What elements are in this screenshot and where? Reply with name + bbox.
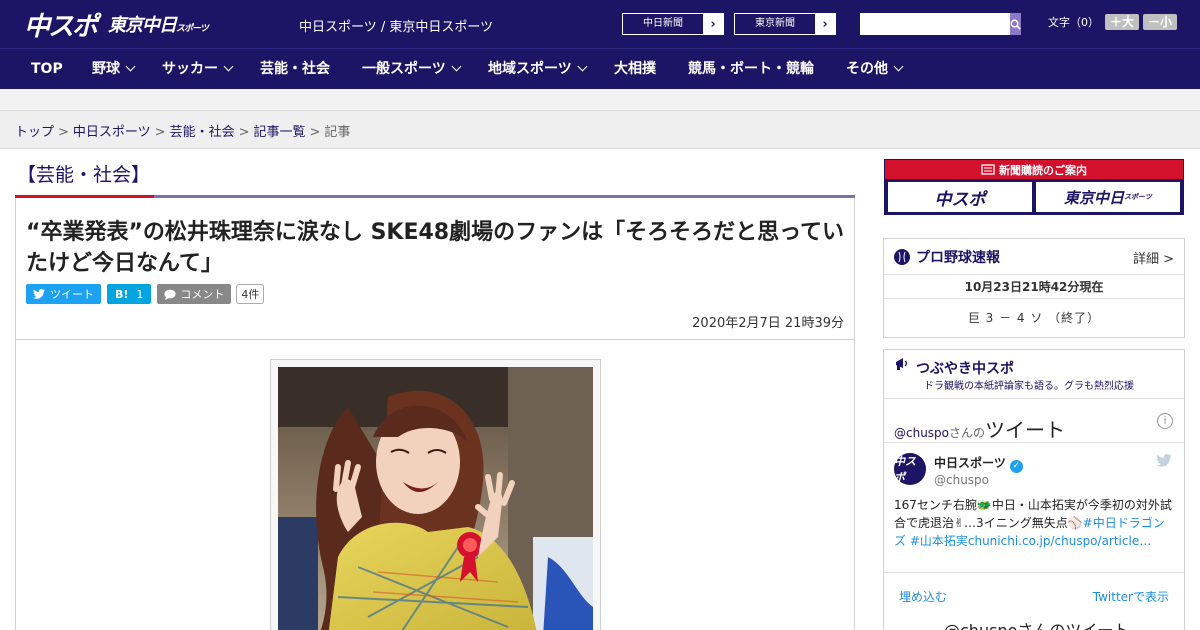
twitter-widget-header: つぶやき中スポ ドラ観戦の本紙評論家も語る。グラも熱烈応援 xyxy=(884,350,1184,398)
article-date: 2020年2月7日 21時39分 xyxy=(692,316,844,331)
search-input[interactable] xyxy=(860,13,1010,35)
breadcrumb-link-chuspo[interactable]: 中日スポーツ xyxy=(73,125,151,140)
logo-sub-text: 東京中日スポーツ xyxy=(108,15,209,36)
tweet-button[interactable]: ツイート xyxy=(26,284,101,304)
breadcrumb-link-category[interactable]: 芸能・社会 xyxy=(170,125,235,140)
timeline-handle-link[interactable]: @chuspo xyxy=(894,426,949,440)
hatena-count: 1 xyxy=(136,287,144,301)
next-timeline-title: @chuspoさんのツイート xyxy=(944,617,1129,630)
breadcrumb-link-top[interactable]: トップ xyxy=(15,125,54,140)
tweet-text: 167センチ右腕🐲中日・山本拓実が今季初の対外試合で虎退治✌…3イニング無失点⚾… xyxy=(894,498,1172,548)
paper-button-label: 東京新聞 xyxy=(735,14,815,34)
article-photo[interactable] xyxy=(278,367,593,630)
chevron-right-icon: › xyxy=(822,16,828,32)
chevron-down-icon xyxy=(893,61,904,72)
subscription-banner[interactable]: 新聞購読のご案内 中スポ 東京中日 スポーツ xyxy=(884,159,1184,215)
hatena-bookmark-button[interactable]: B! 1 xyxy=(107,284,152,304)
search-icon xyxy=(1010,19,1021,30)
comment-button[interactable]: コメント xyxy=(157,284,232,304)
timeline-title: @chuspoさんのツイート xyxy=(894,418,1066,442)
view-on-twitter-link[interactable]: Twitterで表示 xyxy=(1093,588,1169,605)
font-size-control: 文字（0） ＋大 －小 xyxy=(1048,14,1178,30)
breadcrumb-separator: > xyxy=(154,125,166,140)
font-size-label: 文字（0） xyxy=(1048,16,1099,29)
share-bar: ツイート B! 1 コメント 4件 xyxy=(26,284,265,304)
tweet-account-name[interactable]: 中日スポーツ ✓ xyxy=(934,454,1023,473)
subscribe-chuspo-button[interactable]: 中スポ xyxy=(888,182,1032,212)
baseball-score-widget: プロ野球速報 詳細 > 10月23日21時42分現在 巨 3 － 4 ソ （終了… xyxy=(883,238,1185,338)
twitter-bird-icon[interactable] xyxy=(1156,454,1172,467)
breadcrumb-link-article-list[interactable]: 記事一覧 xyxy=(254,125,306,140)
baseball-detail-link[interactable]: 詳細 > xyxy=(1133,248,1174,267)
hatena-icon: B! xyxy=(115,287,129,301)
search-button[interactable] xyxy=(1010,13,1021,35)
tweet-account-username[interactable]: @chuspo xyxy=(934,473,989,487)
info-icon[interactable]: i xyxy=(1157,413,1173,429)
twitter-bird-icon xyxy=(33,289,45,299)
comment-count-badge[interactable]: 4件 xyxy=(236,284,265,304)
baseball-widget-header: プロ野球速報 詳細 > xyxy=(884,239,1184,275)
chevron-down-icon xyxy=(451,61,462,72)
font-smaller-button[interactable]: －小 xyxy=(1143,14,1178,30)
nav-item-sumo[interactable]: 大相撲 xyxy=(614,49,656,90)
breadcrumb-separator: > xyxy=(58,125,69,140)
timeline-footer: 埋め込む Twitterで表示 xyxy=(884,572,1184,617)
nav-item-top[interactable]: TOP xyxy=(31,49,63,90)
baseball-widget-title: プロ野球速報 xyxy=(916,249,1000,266)
chunichi-shimbun-button[interactable]: 中日新聞 › xyxy=(622,13,724,35)
embed-link[interactable]: 埋め込む xyxy=(899,588,947,605)
nav-item-baseball[interactable]: 野球 xyxy=(92,49,136,90)
article-photo-image xyxy=(278,367,593,630)
chevron-down-icon xyxy=(125,61,136,72)
nav-item-soccer[interactable]: サッカー xyxy=(162,49,234,90)
top-header: 中スポ 東京中日スポーツ 中日スポーツ / 東京中日スポーツ 中日新聞 › 東京… xyxy=(0,0,1200,48)
site-logo[interactable]: 中スポ 東京中日スポーツ xyxy=(24,8,209,42)
comment-button-label: コメント xyxy=(180,288,225,301)
subscribe-tokyo-chunichi-button[interactable]: 東京中日 スポーツ xyxy=(1036,182,1180,212)
breadcrumb-separator: > xyxy=(238,125,250,140)
nav-item-local-sports[interactable]: 地域スポーツ xyxy=(488,49,588,90)
nav-item-others[interactable]: その他 xyxy=(846,49,904,90)
breadcrumb-current: 記事 xyxy=(324,125,351,140)
paper-button-label: 中日新聞 xyxy=(623,14,703,34)
baseball-icon xyxy=(894,248,910,265)
article-divider xyxy=(16,339,854,340)
breadcrumb: トップ > 中日スポーツ > 芸能・社会 > 記事一覧 > 記事 xyxy=(15,121,350,140)
logo-main-text: 中スポ xyxy=(24,11,98,42)
avatar[interactable]: 中スポ xyxy=(894,453,926,485)
search-form xyxy=(860,13,1021,35)
twitter-widget: つぶやき中スポ ドラ観戦の本紙評論家も語る。グラも熱烈応援 @chuspoさんの… xyxy=(883,349,1185,630)
nav-item-general-sports[interactable]: 一般スポーツ xyxy=(362,49,462,90)
chevron-down-icon xyxy=(577,61,588,72)
twitter-widget-subtitle: ドラ観戦の本紙評論家も語る。グラも熱烈応援 xyxy=(924,381,1134,392)
chevron-right-icon: › xyxy=(710,16,716,32)
article-headline: “卒業発表”の松井珠理奈に涙なし SKE48劇場のファンは「そろそろだと思ってい… xyxy=(26,220,845,276)
timeline-header: @chuspoさんのツイート i xyxy=(884,398,1184,443)
megaphone-icon xyxy=(896,358,908,370)
verified-badge-icon: ✓ xyxy=(1009,460,1023,473)
baseball-timestamp: 10月23日21時42分現在 xyxy=(884,275,1184,299)
twitter-widget-title: つぶやき中スポ xyxy=(916,361,1014,377)
tweet-button-label: ツイート xyxy=(50,288,94,301)
nav-item-entertainment[interactable]: 芸能・社会 xyxy=(260,49,330,90)
font-bigger-button[interactable]: ＋大 xyxy=(1105,14,1140,30)
tokyo-shimbun-button[interactable]: 東京新聞 › xyxy=(734,13,836,35)
category-title: 【芸能・社会】 xyxy=(17,164,151,186)
newspaper-icon xyxy=(981,164,995,175)
subscription-banner-title: 新聞購読のご案内 xyxy=(885,160,1183,179)
speech-bubble-icon xyxy=(164,289,177,300)
baseball-score-line[interactable]: 巨 3 － 4 ソ （終了） xyxy=(884,299,1184,337)
breadcrumb-separator: > xyxy=(309,125,321,140)
ad-band xyxy=(0,89,1200,111)
chevron-down-icon xyxy=(223,61,234,72)
main-nav: TOP 野球 サッカー 芸能・社会 一般スポーツ 地域スポーツ 大相撲 競馬・ボ… xyxy=(0,48,1200,89)
nav-item-racing[interactable]: 競馬・ボート・競輪 xyxy=(688,49,814,90)
site-names-link[interactable]: 中日スポーツ / 東京中日スポーツ xyxy=(299,16,493,35)
